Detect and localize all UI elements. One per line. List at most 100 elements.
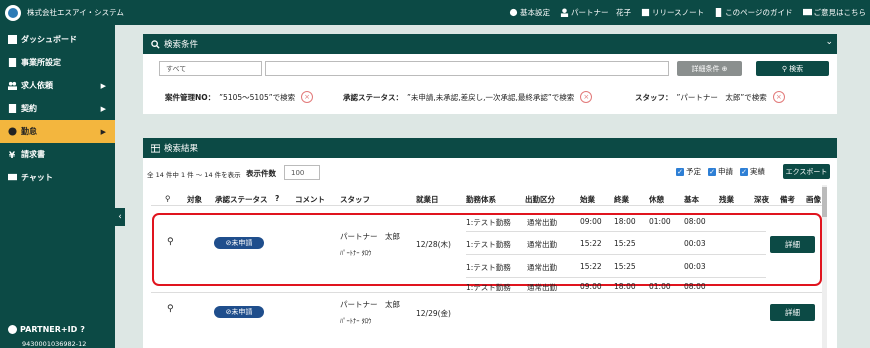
sidebar-item-contracts[interactable]: 契約 ▶	[0, 97, 115, 120]
results-panel-title: 検索結果	[164, 144, 199, 154]
help-icon[interactable]: ?	[80, 325, 85, 334]
clear-condition-icon[interactable]: ×	[772, 91, 785, 103]
row-search-icon[interactable]: ⚲	[167, 304, 174, 314]
column-header-comment: コメント	[295, 195, 325, 204]
sidebar-item-label: 事業所設定	[21, 58, 61, 67]
document-icon	[715, 8, 722, 17]
collapse-chevron-icon[interactable]: ⌄	[825, 37, 833, 47]
page-guide-link[interactable]: このページのガイド	[714, 7, 793, 18]
start-time: 09:00	[580, 282, 602, 291]
release-notes-label: リリースノート	[652, 8, 705, 17]
column-header-attendance-type: 出勤区分	[525, 195, 555, 204]
company-name: 株式会社エスアイ・システム	[27, 8, 124, 17]
sidebar-item-chat[interactable]: チャット	[0, 166, 115, 189]
column-header-notes: 備考	[780, 195, 795, 204]
search-keyword-input[interactable]	[265, 61, 669, 76]
checkbox-actual[interactable]: ✓ 実績	[740, 166, 765, 177]
svg-text:¥: ¥	[9, 151, 16, 159]
checkbox-checked-icon: ✓	[740, 167, 748, 176]
condition-staff: スタッフ： ”パートナー 太郎”で検索 ×	[635, 91, 785, 103]
basic-time: 08:00	[684, 282, 706, 291]
column-header-work-date: 就業日	[416, 195, 439, 204]
yen-icon: ¥	[9, 151, 16, 159]
expand-arrow-icon: ▶	[100, 81, 106, 90]
help-icon[interactable]: ?	[275, 194, 279, 203]
settings-label: 基本設定	[520, 8, 551, 17]
gear-icon	[509, 8, 518, 17]
break-time: 01:00	[649, 282, 671, 291]
company-logo	[5, 4, 21, 21]
status-badge: ⊘未申請	[214, 306, 264, 318]
sidebar-item-attendance[interactable]: 勤怠 ▶	[0, 120, 115, 143]
checkbox-applied[interactable]: ✓ 申請	[708, 166, 733, 177]
work-date: 12/29(金)	[416, 309, 451, 318]
search-icon: ⚲	[781, 64, 790, 73]
table-divider	[151, 205, 822, 206]
per-page-label: 表示件数	[246, 169, 276, 178]
column-header-target: 対象	[187, 195, 202, 204]
partner-logo-icon	[8, 325, 17, 334]
sidebar-item-label: 求人依頼	[21, 81, 53, 90]
advanced-conditions-button[interactable]: 詳細条件 ⊕	[677, 61, 742, 76]
clock-icon	[8, 127, 17, 136]
staff-kana: ﾊﾟｰﾄﾅｰ ﾀﾛｳ	[340, 317, 372, 325]
clear-condition-icon[interactable]: ×	[301, 91, 314, 103]
top-bar: 株式会社エスアイ・システム 基本設定 パートナー 花子 リリースノート このペー…	[0, 0, 870, 25]
search-panel-title: 検索条件	[164, 40, 199, 50]
column-header-approval-status: 承認ステータス	[215, 195, 268, 204]
checkbox-checked-icon: ✓	[708, 167, 716, 176]
search-target-select[interactable]: すべて	[159, 61, 262, 76]
chat-icon	[8, 173, 17, 181]
sidebar-item-label: ダッシュボード	[21, 35, 77, 44]
per-page-select[interactable]: 100	[284, 165, 320, 180]
detail-button[interactable]: 詳細	[770, 304, 815, 321]
column-header-break: 休憩	[649, 195, 664, 204]
sidebar-item-dashboard[interactable]: ダッシュボード	[0, 28, 115, 51]
expand-arrow-icon: ▶	[100, 104, 106, 113]
staff-name: パートナー 太郎	[340, 300, 400, 309]
scrollbar-thumb[interactable]	[822, 187, 827, 217]
attendance-type: 通常出勤	[527, 283, 557, 292]
column-header-night: 深夜	[754, 195, 769, 204]
column-header-work-type: 勤務体系	[466, 195, 496, 204]
user-menu[interactable]: パートナー 花子	[560, 7, 631, 18]
building-icon	[8, 58, 17, 67]
sidebar-item-job-requests[interactable]: 求人依頼 ▶	[0, 74, 115, 97]
partner-id-value: 9430001036982-12	[22, 340, 87, 348]
sidebar-collapse-button[interactable]: ‹	[115, 208, 125, 226]
column-header-basic: 基本	[684, 195, 699, 204]
settings-link[interactable]: 基本設定	[509, 7, 550, 18]
chat-icon	[802, 8, 812, 16]
sidebar-item-label: 契約	[21, 104, 37, 113]
work-type: 1:テスト勤務	[466, 283, 511, 292]
column-header-overtime: 残業	[719, 195, 734, 204]
dashboard-icon	[8, 35, 17, 44]
column-header-search: ⚲	[165, 194, 171, 203]
sidebar-item-office-settings[interactable]: 事業所設定	[0, 51, 115, 74]
user-label: パートナー 花子	[571, 8, 632, 17]
expand-arrow-icon: ▶	[100, 127, 106, 136]
search-icon	[151, 39, 160, 49]
sidebar-item-invoices[interactable]: ¥ 請求書	[0, 143, 115, 166]
export-button[interactable]: エクスポート	[783, 164, 830, 179]
results-summary: 全 14 件中 1 件 ～ 14 件を表示	[147, 171, 241, 179]
people-icon	[8, 81, 17, 90]
checkbox-checked-icon: ✓	[676, 167, 684, 176]
results-scrollbar[interactable]	[822, 185, 827, 348]
sidebar-item-label: チャット	[21, 173, 53, 182]
feedback-link[interactable]: ご意見はこちら	[802, 7, 867, 18]
search-panel: 検索条件 ⌄ すべて 詳細条件 ⊕ ⚲ 検索 案件管理NO： ”5105～5105”…	[143, 34, 837, 114]
release-notes-link[interactable]: リリースノート	[641, 7, 704, 18]
partner-id-label: PARTNER+ID?	[8, 325, 85, 334]
condition-case-no: 案件管理NO： ”5105～5105”で検索 ×	[165, 91, 314, 103]
sidebar-item-label: 勤怠	[21, 127, 37, 136]
calendar-icon	[641, 8, 650, 17]
search-button[interactable]: ⚲ 検索	[756, 61, 829, 76]
column-header-staff: スタッフ	[340, 195, 370, 204]
clear-condition-icon[interactable]: ×	[580, 91, 593, 103]
condition-approval-status: 承認ステータス： ”未申請,未承認,差戻し,一次承認,最終承認”で検索 ×	[343, 91, 593, 103]
search-panel-header: 検索条件 ⌄	[143, 34, 837, 54]
feedback-label: ご意見はこちら	[813, 8, 867, 17]
file-icon	[8, 104, 17, 113]
checkbox-planned[interactable]: ✓ 予定	[676, 166, 701, 177]
